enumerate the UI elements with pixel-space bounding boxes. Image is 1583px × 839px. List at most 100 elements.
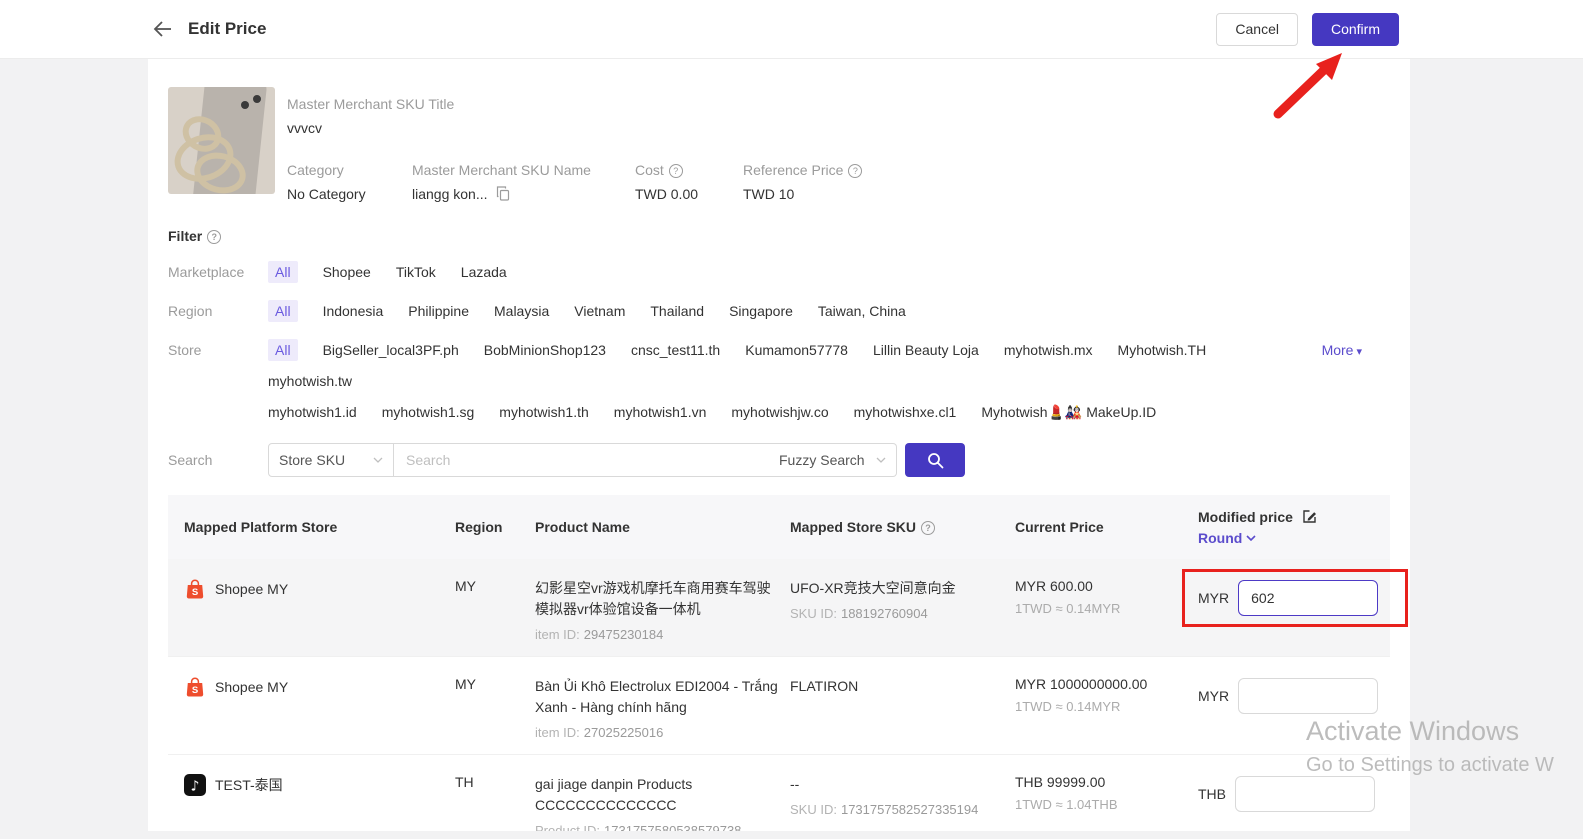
sku-id: SKU ID: 188192760904 [790,606,928,621]
store-label: Store [168,342,202,358]
region-option[interactable]: Singapore [729,300,793,322]
sku-name-label: Master Merchant SKU Name [412,162,591,178]
cancel-button[interactable]: Cancel [1216,12,1298,46]
currency-label: MYR [1198,688,1230,704]
product-summary: Master Merchant SKU Title vvvcv Category… [148,59,1410,202]
region-filter-row: Region All Indonesia Philippine Malaysia Vie… [148,300,1410,322]
product-image [168,87,275,194]
marketplace-option[interactable]: Lazada [461,261,507,283]
current-price: MYR 1000000000.00 [1015,676,1148,692]
reference-price-value: TWD 10 [743,186,795,202]
store-option[interactable]: BobMinionShop123 [484,339,606,361]
store-option[interactable]: Myhotwish.TH [1118,339,1207,361]
store-name: Shopee MY [215,581,289,597]
shopee-icon: S [186,677,204,697]
marketplace-option[interactable]: TikTok [396,261,436,283]
current-price: THB 99999.00 [1015,774,1106,790]
edit-price-panel: Master Merchant SKU Title vvvcv Category… [148,59,1410,831]
reference-price-help-icon[interactable]: ? [848,164,863,178]
product-id: Product ID: 1731757580538579738 [535,823,742,831]
marketplace-filter-row: Marketplace All Shopee TikTok Lazada [148,261,1410,283]
region-option[interactable]: Taiwan, China [818,300,906,322]
region-value: MY [455,676,476,692]
round-dropdown[interactable]: Round [1198,530,1256,546]
region-option[interactable]: Indonesia [323,300,384,322]
table-row: S Shopee MY MY 幻影星空vr游戏机摩托车商用赛车驾驶模拟器vr体验… [168,559,1408,656]
category-value: No Category [287,186,366,202]
col-header-product: Product Name [535,519,630,535]
chevron-down-icon [1246,534,1256,541]
store-option[interactable]: cnsc_test11.th [631,339,720,361]
shopee-icon: S [186,579,204,599]
search-row: Search Store SKU Fuzzy Search [148,443,1410,477]
modified-price-input[interactable] [1238,580,1379,616]
modified-price-input[interactable] [1235,776,1375,812]
marketplace-option[interactable]: Shopee [323,261,371,283]
store-option[interactable]: BigSeller_local3PF.ph [323,339,459,361]
reference-price-label: Reference Price? [743,162,863,178]
chevron-down-icon [373,457,383,463]
cost-help-icon[interactable]: ? [668,164,683,178]
page-title: Edit Price [188,19,267,38]
search-icon [927,452,943,468]
exchange-rate: 1TWD ≈ 1.04THB [1015,797,1118,812]
store-option[interactable]: myhotwishjw.co [731,401,828,423]
store-option[interactable]: All [268,339,298,361]
region-option[interactable]: Thailand [650,300,704,322]
mapped-sku: UFO-XR竞技大空间意向金 [790,580,956,596]
back-button[interactable] [152,19,174,39]
edit-icon[interactable] [1302,509,1317,524]
product-name: 幻影星空vr游戏机摩托车商用赛车驾驶模拟器vr体验馆设备一体机 [535,580,771,617]
modified-price-input[interactable] [1238,678,1379,714]
product-id: item ID: 29475230184 [535,627,664,642]
filter-help-icon[interactable]: ? [207,230,222,244]
search-button[interactable] [905,443,965,477]
confirm-button[interactable]: Confirm [1311,12,1399,46]
col-header-region: Region [455,519,503,535]
back-arrow-icon [153,21,171,37]
chevron-down-icon: ▾ [1356,346,1362,358]
region-option[interactable]: Vietnam [574,300,625,322]
filter-title: Filter? [148,202,1410,244]
marketplace-option[interactable]: All [268,261,298,283]
table-header: Mapped Platform Store Region Product Nam… [168,495,1390,559]
mapped-sku: -- [790,776,800,792]
region-option[interactable]: Philippine [408,300,469,322]
store-option[interactable]: myhotwish1.id [268,401,357,423]
store-option[interactable]: myhotwish.tw [268,370,352,392]
price-table: Mapped Platform Store Region Product Nam… [168,495,1408,831]
store-option[interactable]: myhotwish1.sg [382,401,475,423]
current-price: MYR 600.00 [1015,578,1093,594]
col-header-store: Mapped Platform Store [184,519,338,535]
exchange-rate: 1TWD ≈ 0.14MYR [1015,699,1121,714]
sku-help-icon[interactable]: ? [921,521,936,535]
store-option[interactable]: Lillin Beauty Loja [873,339,979,361]
sku-title-value: vvvcv [287,120,322,136]
store-more-button[interactable]: More ▾ [1322,339,1362,363]
region-option[interactable]: Malaysia [494,300,549,322]
exchange-rate: 1TWD ≈ 0.14MYR [1015,601,1121,616]
store-option[interactable]: myhotwish1.th [499,401,588,423]
store-option[interactable]: myhotwishxe.cl1 [854,401,957,423]
store-option[interactable]: Kumamon57778 [745,339,848,361]
search-mode-select[interactable]: Fuzzy Search [769,443,897,477]
region-option[interactable]: All [268,300,298,322]
product-name: gai jiage danpin Products CCCCCCCCCCCCCC [535,776,693,813]
col-header-sku: Mapped Store SKU? [790,519,1015,535]
store-option[interactable]: myhotwish.mx [1004,339,1093,361]
svg-text:♪: ♪ [191,779,200,795]
sku-id: SKU ID: 1731757582527335194 [790,802,979,817]
search-field-select[interactable]: Store SKU [268,443,394,477]
store-option[interactable]: myhotwish1.vn [614,401,707,423]
marketplace-label: Marketplace [168,264,245,280]
store-name: Shopee MY [215,679,289,695]
cost-value: TWD 0.00 [635,186,699,202]
search-input[interactable] [394,443,769,477]
currency-label: THB [1198,786,1226,802]
store-option[interactable]: Myhotwish💄🎎 MakeUp.ID [981,401,1156,423]
cost-label: Cost? [635,162,743,178]
sku-name-value: liangg kon... [412,186,635,202]
svg-text:S: S [192,587,198,598]
copy-icon[interactable] [496,186,510,201]
tiktok-icon: ♪ [184,774,206,796]
